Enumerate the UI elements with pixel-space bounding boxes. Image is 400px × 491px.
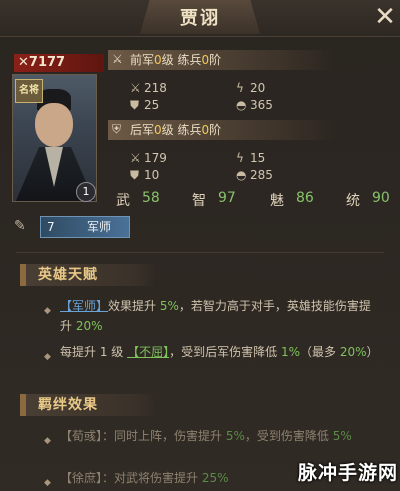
attr-intellect-label: 智 bbox=[192, 193, 206, 209]
rear-defense-stat: ⛊ 10 bbox=[130, 167, 159, 183]
attr-force-label: 武 bbox=[116, 193, 130, 209]
scroll-icon: ✎ bbox=[14, 218, 26, 234]
talent-line-1: 【军师】效果提升 5%，若智力高于对手，英雄技能伤害提升 20% bbox=[60, 296, 380, 336]
hero-name-title: 贾诩 bbox=[180, 8, 220, 29]
rear-speed-value: 15 bbox=[250, 151, 266, 165]
attr-force-value: 58 bbox=[142, 190, 160, 206]
portrait-face bbox=[35, 103, 73, 147]
bond-line-1-text-a: 【荀彧】：同时上阵，伤害提升 bbox=[60, 429, 226, 443]
rank-number: 7 bbox=[47, 220, 55, 234]
bullet-icon: ◆ bbox=[44, 436, 51, 446]
attr-charm-value: 86 bbox=[296, 190, 314, 206]
attr-command-label: 统 bbox=[346, 193, 360, 209]
rear-hp-stat: ◓ 285 bbox=[236, 167, 273, 183]
shield-icon: ⛊ bbox=[130, 168, 140, 182]
famous-general-seal: 名将 bbox=[15, 79, 43, 103]
front-hp-stat: ◓ 365 bbox=[236, 97, 273, 113]
star-level-badge: 1 bbox=[76, 182, 96, 202]
rear-attack-stat: ⚔ 179 bbox=[130, 150, 167, 166]
rank-tag[interactable]: 7 军师 bbox=[40, 216, 130, 238]
rear-troop-level: 0 bbox=[154, 123, 162, 137]
front-defense-stat: ⛊ 25 bbox=[130, 97, 159, 113]
talent-line-2-text-d: ） bbox=[366, 345, 379, 359]
talent-line-2-value-b: 20% bbox=[339, 345, 367, 359]
talent-line-1-text-a: 效果提升 bbox=[108, 299, 160, 313]
front-speed-stat: ϟ 20 bbox=[236, 80, 265, 96]
sword-icon: ⚔ bbox=[130, 81, 141, 95]
front-defense-value: 25 bbox=[144, 98, 160, 112]
bond-line-1: 【荀彧】：同时上阵，伤害提升 5%，受到伤害降低 5% bbox=[60, 426, 380, 446]
front-troop-train: 0 bbox=[201, 53, 210, 67]
rear-troop-icon: ⛨ bbox=[112, 122, 122, 136]
rear-troop-title: 后军 bbox=[130, 123, 155, 137]
helmet-icon: ◓ bbox=[236, 98, 247, 112]
close-icon: ✕ bbox=[374, 2, 396, 32]
talent-section-header: 英雄天赋 bbox=[20, 264, 156, 286]
bond-line-1-text-b: ，受到伤害降低 bbox=[244, 429, 333, 443]
talent-line-2-text-b: ，受到后军伤害降低 bbox=[169, 345, 281, 359]
rear-defense-value: 10 bbox=[144, 168, 160, 182]
front-hp-value: 365 bbox=[250, 98, 273, 112]
combat-power-badge: ✕7177 bbox=[14, 54, 104, 72]
unyielding-talent-link[interactable]: 【不屈】 bbox=[127, 345, 169, 359]
attr-intellect-value: 97 bbox=[218, 190, 236, 206]
helmet-icon: ◓ bbox=[236, 168, 247, 182]
shield-icon: ⛊ bbox=[130, 98, 140, 112]
bond-line-2-text-a: 【徐庶】：对武将伤害提升 bbox=[60, 471, 202, 485]
bullet-icon: ◆ bbox=[44, 478, 51, 488]
front-troop-title: 前军 bbox=[130, 53, 155, 67]
sword-icon: ⚔ bbox=[130, 151, 141, 165]
bond-line-2-value-a: 25% bbox=[201, 471, 229, 485]
close-button[interactable]: ✕ bbox=[370, 2, 400, 32]
talent-line-2: 每提升 1 级 【不屈】，受到后军伤害降低 1%（最多 20%） bbox=[60, 342, 380, 362]
attr-command-value: 90 bbox=[372, 190, 390, 206]
talent-line-2-text-c: （最多 bbox=[299, 345, 340, 359]
front-troop-header: ⚔ 前军0级 练兵0阶 bbox=[108, 50, 336, 70]
rear-troop-level-unit: 级 练兵 bbox=[161, 123, 202, 137]
bond-section-header: 羁绊效果 bbox=[20, 394, 156, 416]
front-attack-value: 218 bbox=[144, 81, 167, 95]
talent-line-2-text-a: 每提升 1 级 bbox=[60, 345, 128, 359]
bond-line-1-value-b: 5% bbox=[332, 429, 352, 443]
rank-title: 军师 bbox=[87, 220, 112, 234]
rear-attack-value: 179 bbox=[144, 151, 167, 165]
bond-line-1-value-a: 5% bbox=[225, 429, 245, 443]
talent-line-2-value-a: 1% bbox=[280, 345, 300, 359]
bullet-icon: ◆ bbox=[44, 352, 51, 362]
rear-hp-value: 285 bbox=[250, 168, 273, 182]
talent-line-1-value-a: 5% bbox=[159, 299, 179, 313]
front-speed-value: 20 bbox=[250, 81, 266, 95]
rear-troop-train: 0 bbox=[201, 123, 210, 137]
front-troop-train-unit: 阶 bbox=[209, 53, 222, 67]
rear-troop-header: ⛨ 后军0级 练兵0阶 bbox=[108, 120, 336, 140]
site-watermark: 脉冲手游网 bbox=[298, 462, 399, 484]
rear-speed-stat: ϟ 15 bbox=[236, 150, 265, 166]
talent-line-1-value-b: 20% bbox=[75, 319, 103, 333]
front-attack-stat: ⚔ 218 bbox=[130, 80, 167, 96]
attr-charm-label: 魅 bbox=[270, 193, 284, 209]
lightning-icon: ϟ bbox=[236, 151, 244, 165]
front-troop-icon: ⚔ bbox=[112, 52, 123, 66]
lightning-icon: ϟ bbox=[236, 81, 244, 95]
divider bbox=[16, 252, 384, 253]
rear-troop-train-unit: 阶 bbox=[209, 123, 222, 137]
front-troop-level-unit: 级 练兵 bbox=[161, 53, 202, 67]
strategist-talent-link[interactable]: 【军师】 bbox=[60, 299, 108, 313]
bullet-icon: ◆ bbox=[44, 306, 51, 316]
front-troop-level: 0 bbox=[154, 53, 162, 67]
